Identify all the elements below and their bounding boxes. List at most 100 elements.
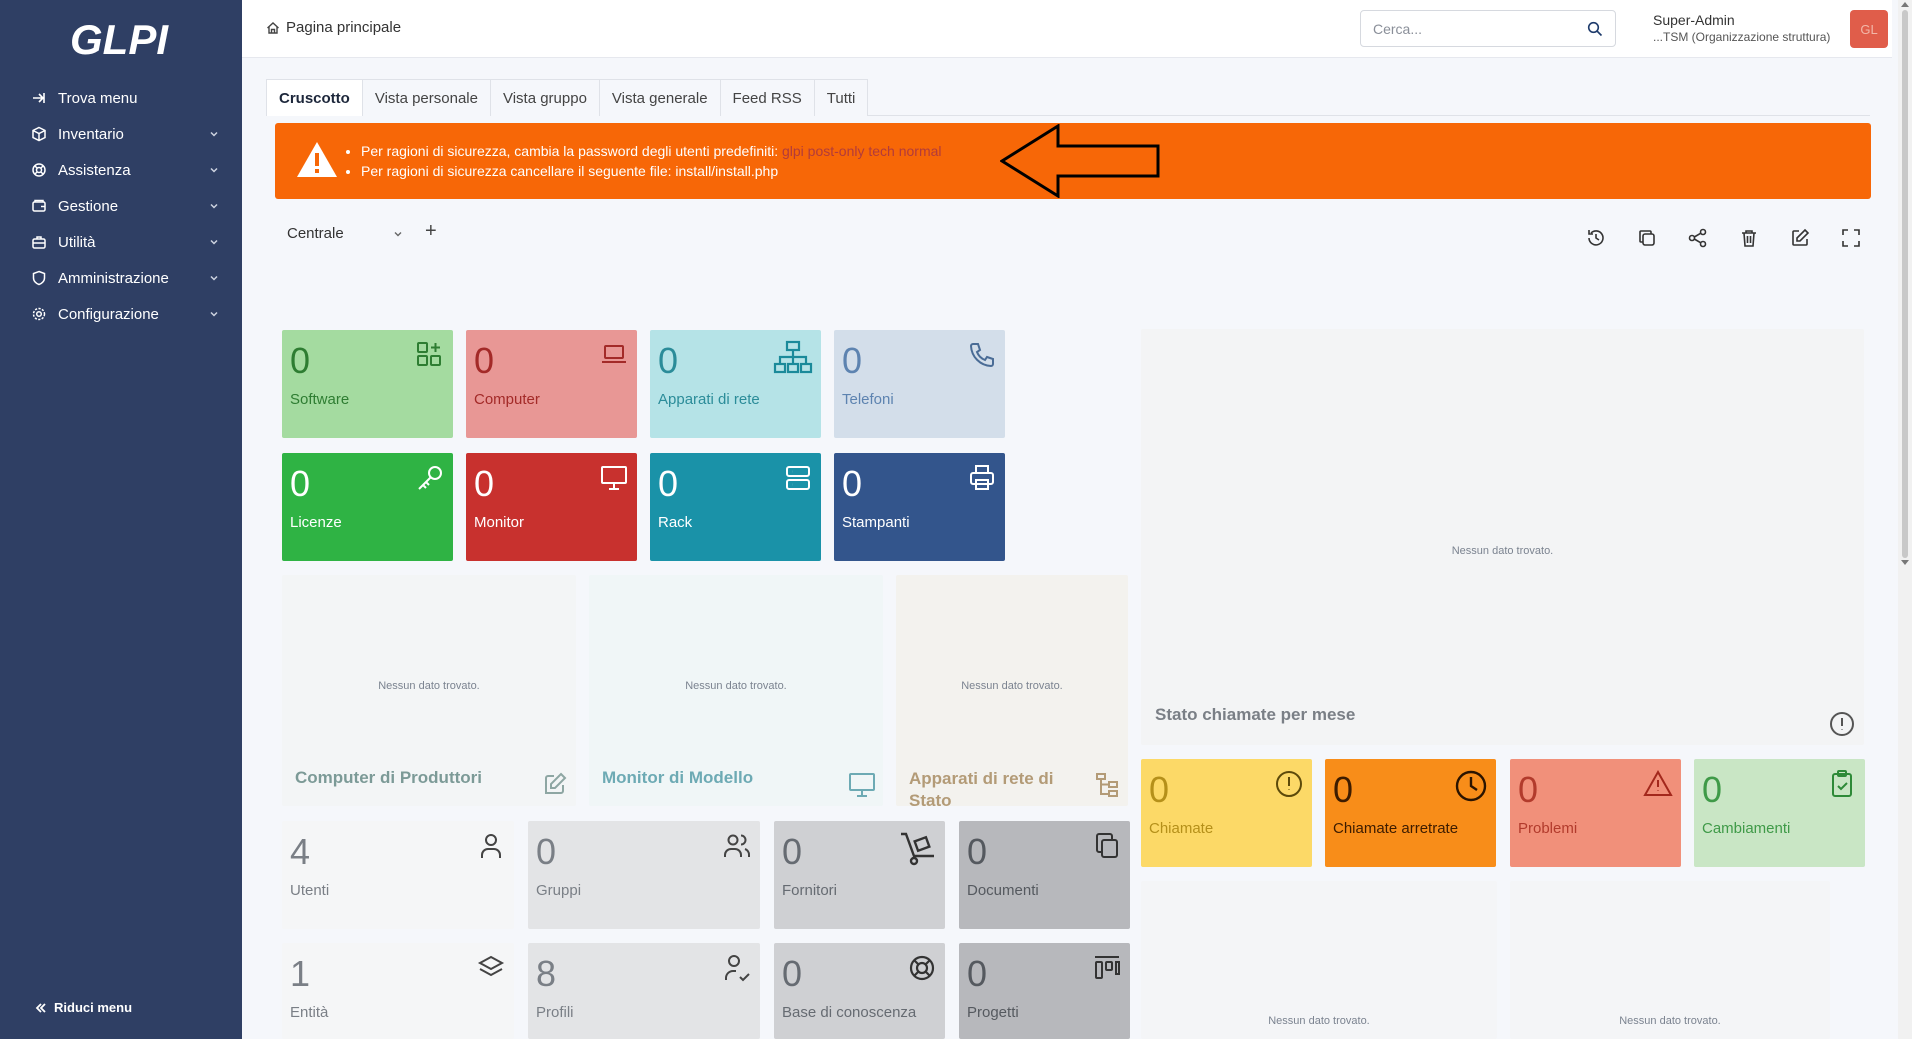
- cube-icon: [30, 125, 48, 143]
- card-value: 0: [782, 953, 803, 994]
- no-data-text: Nessun dato trovato.: [378, 680, 480, 692]
- card-problems[interactable]: 0 Problemi: [1510, 759, 1681, 867]
- share-button[interactable]: [1686, 226, 1710, 250]
- home-icon: [267, 21, 279, 34]
- widget-computers-by-manufacturer: Nessun dato trovato. Computer di Produtt…: [282, 575, 576, 806]
- widget-monitors-by-model: Nessun dato trovato. Monitor di Modello: [589, 575, 883, 806]
- card-label: Profili: [536, 1004, 574, 1021]
- page-scrollbar[interactable]: [1898, 0, 1912, 1039]
- widget-title: Apparati di rete di Stato: [909, 769, 1054, 806]
- laptop-icon: [602, 345, 626, 363]
- sidebar-item-gestione[interactable]: Gestione: [0, 188, 242, 224]
- card-entities[interactable]: 1 Entità: [282, 943, 514, 1039]
- card-profiles[interactable]: 8 Profili: [528, 943, 760, 1039]
- card-tickets[interactable]: 0 Chiamate: [1141, 759, 1312, 867]
- tab-vista-gruppo[interactable]: Vista gruppo: [489, 79, 600, 116]
- tab-vista-personale[interactable]: Vista personale: [361, 79, 491, 116]
- info-circle-icon: [1830, 712, 1854, 736]
- card-licenses[interactable]: 0 Licenze: [282, 453, 453, 561]
- search-input[interactable]: [1373, 20, 1573, 37]
- arrow-annotation-icon: [1000, 124, 1160, 198]
- card-network[interactable]: 0 Apparati di rete: [650, 330, 821, 438]
- sidebar-item-assistenza[interactable]: Assistenza: [0, 152, 242, 188]
- double-chevron-left-icon: [35, 1002, 46, 1013]
- chevron-down-icon: [210, 203, 218, 209]
- user-icon: [481, 834, 501, 858]
- sidebar-item-label: Utilità: [58, 233, 96, 251]
- card-late-tickets[interactable]: 0 Chiamate arretrate: [1325, 759, 1496, 867]
- edit-icon: [545, 772, 567, 794]
- history-button[interactable]: [1584, 226, 1608, 250]
- share-icon: [1688, 228, 1707, 248]
- copy-icon: [1639, 230, 1655, 246]
- tab-tutti[interactable]: Tutti: [813, 79, 869, 116]
- user-entity: ...TSM (Organizzazione struttura): [1653, 30, 1831, 44]
- card-monitor[interactable]: 0 Monitor: [466, 453, 637, 561]
- glpi-logo[interactable]: GLPI: [68, 14, 174, 64]
- gear-icon: [30, 305, 48, 323]
- clone-button[interactable]: [1635, 226, 1659, 250]
- card-printers[interactable]: 0 Stampanti: [834, 453, 1005, 561]
- tab-feed-rss[interactable]: Feed RSS: [719, 79, 815, 116]
- tab-vista-generale[interactable]: Vista generale: [598, 79, 721, 116]
- card-label: Fornitori: [782, 882, 838, 899]
- printer-icon: [970, 465, 994, 490]
- sidebar-item-amministrazione[interactable]: Amministrazione: [0, 260, 242, 296]
- edit-button[interactable]: [1788, 226, 1812, 250]
- no-data-text: Nessun dato trovato.: [1268, 1015, 1370, 1027]
- card-rack[interactable]: 0 Rack: [650, 453, 821, 561]
- no-data-text: Nessun dato trovato.: [1619, 1015, 1721, 1027]
- add-dashboard-button[interactable]: +: [425, 220, 437, 243]
- card-software[interactable]: 0 Software: [282, 330, 453, 438]
- collapse-menu-button[interactable]: Riduci menu: [34, 1000, 132, 1015]
- search-icon[interactable]: [1587, 21, 1603, 37]
- shield-icon: [30, 269, 48, 287]
- sidebar-item-inventario[interactable]: Inventario: [0, 116, 242, 152]
- widget-network-by-status: Nessun dato trovato. Apparati di rete di…: [896, 575, 1128, 806]
- scroll-down-arrow[interactable]: [1901, 560, 1909, 565]
- card-value: 0: [1333, 769, 1354, 810]
- sidebar-item-trova-menu[interactable]: Trova menu: [0, 80, 242, 116]
- trash-icon: [1742, 230, 1756, 247]
- card-value: 0: [967, 831, 988, 872]
- card-value: 8: [536, 953, 557, 994]
- card-changes[interactable]: 0 Cambiamenti: [1694, 759, 1865, 867]
- fullscreen-button[interactable]: [1839, 226, 1863, 250]
- no-data-text: Nessun dato trovato.: [685, 680, 787, 692]
- breadcrumb[interactable]: Pagina principale: [266, 19, 401, 36]
- clock-icon: [1455, 770, 1487, 802]
- user-menu[interactable]: Super-Admin ...TSM (Organizzazione strut…: [1653, 12, 1830, 44]
- scrollbar-thumb[interactable]: [1902, 10, 1908, 558]
- card-phones[interactable]: 0 Telefoni: [834, 330, 1005, 438]
- sidebar-item-label: Configurazione: [58, 305, 159, 323]
- default-users-link[interactable]: glpi post-only tech normal: [782, 143, 942, 159]
- sidebar-item-configurazione[interactable]: Configurazione: [0, 296, 242, 332]
- card-label: Rack: [658, 514, 693, 531]
- card-suppliers[interactable]: 0 Fornitori: [774, 821, 945, 929]
- card-computer[interactable]: 0 Computer: [466, 330, 637, 438]
- card-label: Stampanti: [842, 514, 910, 531]
- layers-icon: [477, 955, 505, 977]
- delete-button[interactable]: [1737, 226, 1761, 250]
- hierarchy-icon: [1096, 773, 1118, 797]
- sidebar-item-label: Inventario: [58, 125, 124, 143]
- card-users[interactable]: 4 Utenti: [282, 821, 514, 929]
- scroll-up-arrow[interactable]: [1901, 2, 1909, 7]
- lifebuoy-icon: [30, 161, 48, 179]
- tab-cruscotto[interactable]: Cruscotto: [266, 79, 363, 116]
- card-label: Entità: [290, 1004, 329, 1021]
- sidebar-item-utilita[interactable]: Utilità: [0, 224, 242, 260]
- card-label: Documenti: [967, 882, 1039, 899]
- sidebar-item-label: Assistenza: [58, 161, 131, 179]
- card-value: 0: [474, 463, 495, 504]
- card-value: 1: [290, 953, 311, 994]
- card-groups[interactable]: 0 Gruppi: [528, 821, 760, 929]
- avatar[interactable]: GL: [1850, 10, 1888, 48]
- card-label: Computer: [474, 391, 540, 408]
- card-projects[interactable]: 0 Progetti: [959, 943, 1130, 1039]
- dashboard-select[interactable]: Centrale: [280, 219, 410, 247]
- card-knowledge-base[interactable]: 0 Base di conoscenza: [774, 943, 945, 1039]
- top-header: Pagina principale Super-Admin ...TSM (Or…: [242, 0, 1892, 58]
- card-documents[interactable]: 0 Documenti: [959, 821, 1130, 929]
- dashboard-select-value: Centrale: [287, 224, 344, 242]
